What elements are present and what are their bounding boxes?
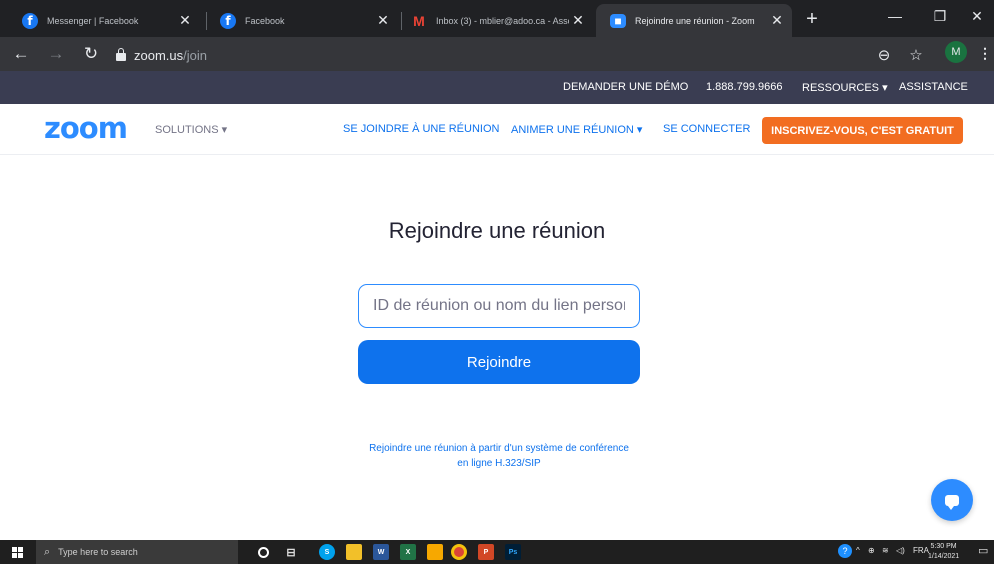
zoom-main-nav: zoom SOLUTIONS ▾ SE JOINDRE À UNE RÉUNIO… bbox=[0, 104, 994, 155]
resources-menu[interactable]: RESSOURCES ▾ bbox=[802, 81, 888, 94]
photoshop-icon[interactable]: Ps bbox=[505, 544, 521, 560]
url-path: /join bbox=[183, 47, 207, 63]
browser-menu-icon[interactable]: ⋮ bbox=[978, 45, 992, 62]
host-meeting-menu[interactable]: ANIMER UNE RÉUNION ▾ bbox=[511, 123, 642, 136]
file-explorer-icon[interactable] bbox=[346, 544, 362, 560]
phone-number[interactable]: 1.888.799.9666 bbox=[706, 81, 782, 93]
tab-facebook[interactable]: f Facebook ✕ bbox=[206, 4, 398, 37]
browser-toolbar: ← → ↻ zoom.us/join ⊖ ☆ bbox=[0, 37, 994, 71]
windows-taskbar: ⌕ Type here to search ⊟ S W X P Ps ? ^ ⊕… bbox=[0, 540, 994, 564]
taskbar-search[interactable]: ⌕ Type here to search bbox=[36, 540, 238, 564]
volume-icon[interactable]: ◁) bbox=[896, 546, 905, 555]
tray-overflow-icon[interactable]: ^ bbox=[856, 546, 860, 555]
tab-title: Facebook bbox=[245, 15, 285, 26]
close-tab-icon[interactable]: ✕ bbox=[176, 12, 194, 29]
sign-up-button[interactable]: INSCRIVEZ-VOUS, C'EST GRATUIT bbox=[762, 117, 963, 144]
request-demo-link[interactable]: DEMANDER UNE DÉMO bbox=[563, 81, 688, 93]
sign-in-link[interactable]: SE CONNECTER bbox=[663, 123, 750, 135]
excel-icon[interactable]: X bbox=[400, 544, 416, 560]
restore-icon[interactable]: ❐ bbox=[925, 4, 955, 28]
sip-link-line-1: Rejoindre une réunion à partir d'un syst… bbox=[369, 443, 629, 454]
zoom-logo[interactable]: zoom bbox=[44, 111, 128, 145]
facebook-icon: f bbox=[220, 12, 236, 29]
bookmark-star-icon[interactable]: ☆ bbox=[905, 45, 927, 65]
search-icon: ⌕ bbox=[44, 545, 51, 558]
help-icon[interactable]: ? bbox=[838, 544, 852, 558]
tab-gmail[interactable]: M Inbox (3) - mblier@adoo.ca - Associat … bbox=[397, 4, 593, 37]
support-link[interactable]: ASSISTANCE bbox=[899, 81, 968, 93]
skype-icon[interactable]: S bbox=[319, 544, 335, 560]
close-tab-icon[interactable]: ✕ bbox=[768, 12, 786, 29]
tab-title: Rejoindre une réunion - Zoom bbox=[635, 15, 755, 26]
gmail-icon: M bbox=[413, 12, 425, 29]
reload-icon[interactable]: ↻ bbox=[78, 41, 104, 67]
minimize-icon[interactable]: — bbox=[880, 4, 910, 28]
tab-title: Messenger | Facebook bbox=[47, 15, 139, 26]
close-window-icon[interactable]: ✕ bbox=[962, 4, 992, 28]
cortana-icon[interactable] bbox=[258, 547, 269, 558]
facebook-icon: f bbox=[22, 12, 38, 29]
profile-avatar[interactable]: M bbox=[945, 41, 967, 63]
tab-title: Inbox (3) - mblier@adoo.ca - Associat bbox=[436, 15, 569, 26]
url-host: zoom.us bbox=[134, 47, 184, 63]
taskbar-search-placeholder: Type here to search bbox=[58, 547, 138, 557]
join-meeting-link[interactable]: SE JOINDRE À UNE RÉUNION bbox=[343, 123, 499, 135]
sip-join-link[interactable]: Rejoindre une réunion à partir d'un syst… bbox=[347, 441, 651, 471]
sip-link-line-2: en ligne H.323/SIP bbox=[457, 458, 541, 469]
task-view-icon[interactable]: ⊟ bbox=[283, 544, 299, 560]
windows-start-icon[interactable] bbox=[12, 547, 23, 558]
word-icon[interactable]: W bbox=[373, 544, 389, 560]
forward-icon[interactable]: → bbox=[43, 41, 69, 67]
new-tab-icon[interactable]: + bbox=[800, 7, 824, 31]
zoom-page-icon[interactable]: ⊖ bbox=[873, 45, 895, 65]
clock-date: 1/14/2021 bbox=[928, 553, 960, 560]
tab-zoom-join[interactable]: ■ Rejoindre une réunion - Zoom ✕ bbox=[596, 4, 792, 37]
close-tab-icon[interactable]: ✕ bbox=[569, 12, 587, 29]
network-icon[interactable]: ⊕ bbox=[868, 546, 875, 555]
powerpoint-icon[interactable]: P bbox=[478, 544, 494, 560]
solutions-menu[interactable]: SOLUTIONS ▾ bbox=[155, 123, 227, 136]
chat-support-button[interactable] bbox=[931, 479, 973, 521]
language-indicator[interactable]: FRA bbox=[913, 546, 929, 555]
tab-messenger[interactable]: f Messenger | Facebook ✕ bbox=[8, 4, 200, 37]
wifi-icon[interactable]: ≋ bbox=[882, 546, 889, 555]
join-button[interactable]: Rejoindre bbox=[358, 340, 640, 384]
lock-icon bbox=[116, 48, 126, 61]
sticky-notes-icon[interactable] bbox=[427, 544, 443, 560]
meeting-id-input[interactable] bbox=[358, 284, 640, 328]
chrome-icon[interactable] bbox=[451, 544, 467, 560]
close-tab-icon[interactable]: ✕ bbox=[374, 12, 392, 29]
system-clock[interactable]: 5:30 PM 1/14/2021 bbox=[928, 542, 959, 562]
clock-time: 5:30 PM bbox=[930, 543, 957, 550]
zoom-icon: ■ bbox=[610, 13, 626, 28]
address-bar[interactable]: zoom.us/join bbox=[116, 42, 961, 68]
zoom-top-bar: DEMANDER UNE DÉMO 1.888.799.9666 RESSOUR… bbox=[0, 71, 994, 104]
browser-tab-strip: f Messenger | Facebook ✕ f Facebook ✕ M … bbox=[0, 0, 994, 37]
page-title: Rejoindre une réunion bbox=[388, 218, 606, 243]
back-icon[interactable]: ← bbox=[8, 41, 34, 67]
chat-bubble-icon bbox=[945, 494, 959, 510]
notifications-icon[interactable]: ▭ bbox=[978, 544, 988, 557]
